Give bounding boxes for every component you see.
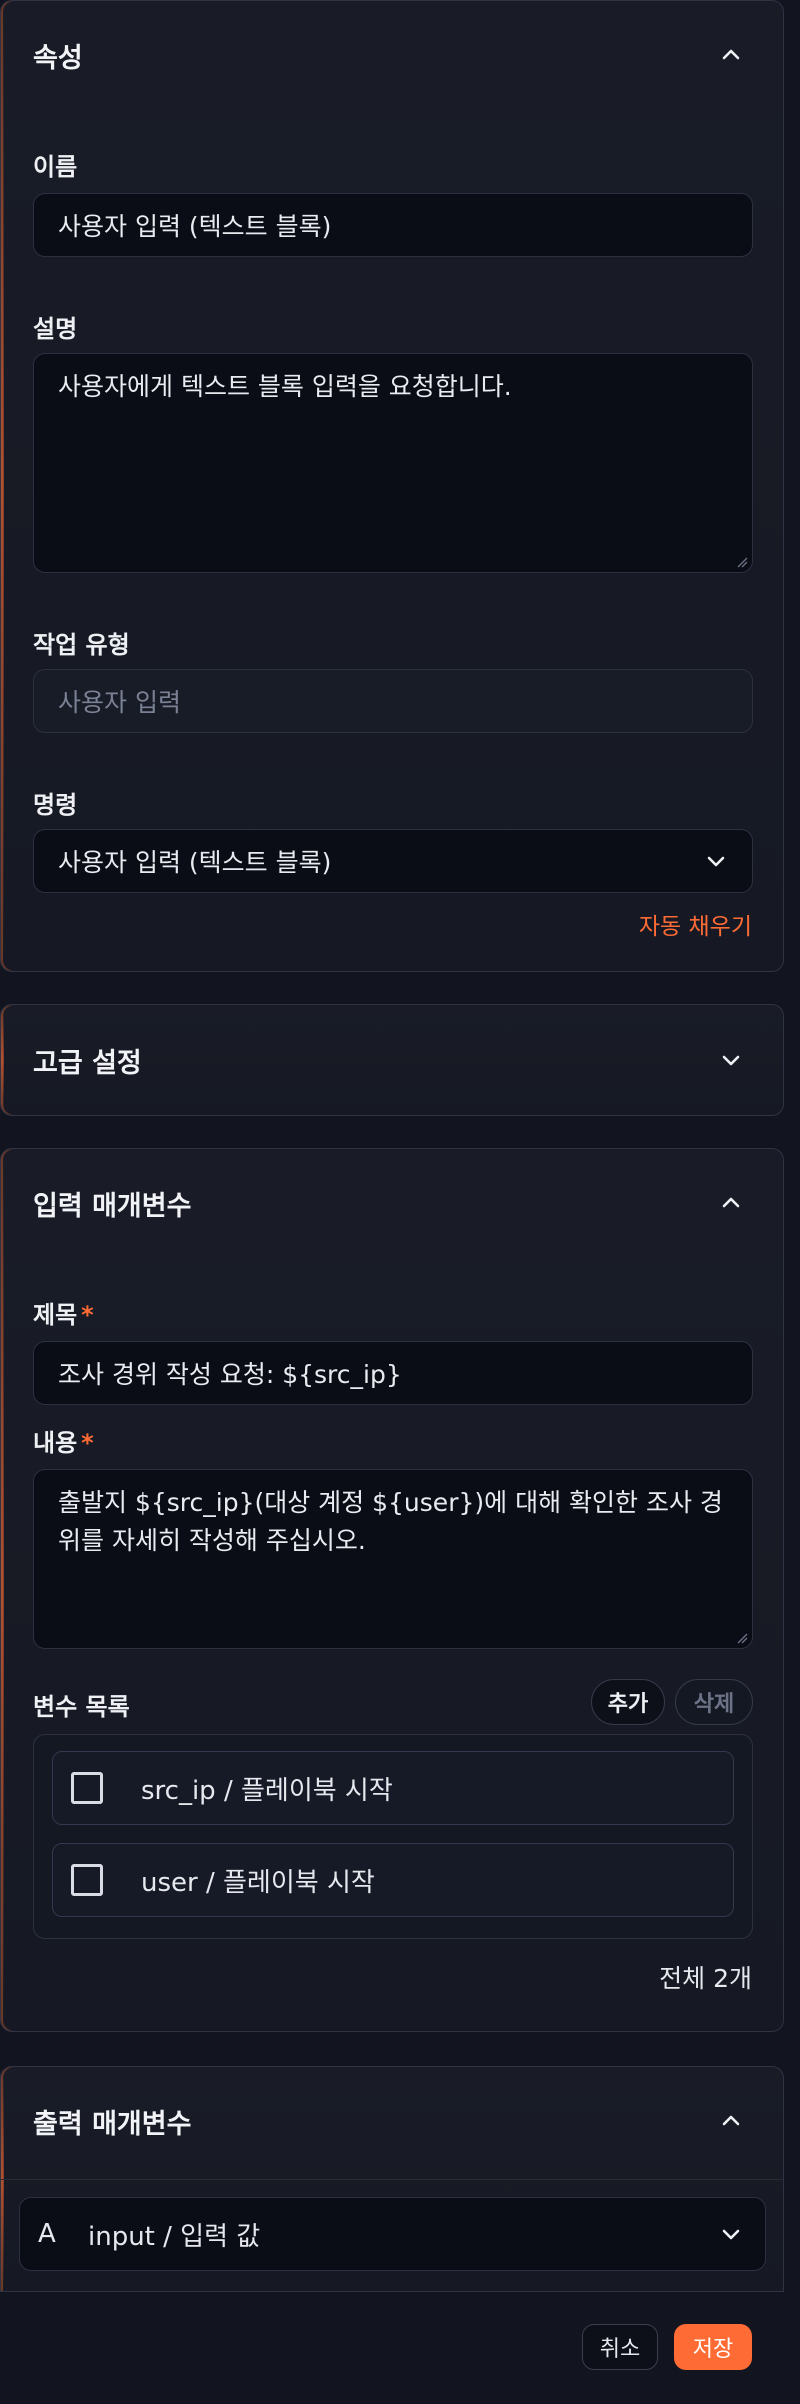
cancel-button[interactable]: 취소	[582, 2324, 658, 2370]
task-type-field: 사용자 입력	[33, 669, 753, 733]
variable-item-src-ip[interactable]: src_ip / 플레이북 시작	[52, 1751, 734, 1825]
task-type-label: 작업 유형	[33, 631, 130, 659]
advanced-title: 고급 설정	[33, 1047, 142, 1079]
subject-label: 제목 *	[33, 1295, 94, 1330]
advanced-panel[interactable]: 고급 설정	[0, 1004, 784, 1116]
input-params-title: 입력 매개변수	[33, 1190, 192, 1222]
content-textarea[interactable]: 출발지 ${src_ip}(대상 계정 ${user})에 대해 확인한 조사 …	[33, 1469, 753, 1649]
variable-label: src_ip / 플레이북 시작	[141, 1775, 393, 1806]
description-value: 사용자에게 텍스트 블록 입력을 요청합니다.	[58, 372, 512, 401]
command-select[interactable]: 사용자 입력 (텍스트 블록)	[33, 829, 753, 893]
panel-accent-edge	[1, 1, 4, 971]
autofill-link[interactable]: 자동 채우기	[639, 907, 752, 941]
output-param-select[interactable]: A input / 입력 값	[19, 2197, 766, 2271]
variable-total: 전체 2개	[659, 1964, 752, 1993]
variable-item-user[interactable]: user / 플레이북 시작	[52, 1843, 734, 1917]
properties-header: 속성	[33, 35, 751, 75]
command-label: 명령	[33, 791, 78, 819]
required-mark: *	[81, 1301, 94, 1329]
chevron-down-icon	[722, 2229, 740, 2240]
resize-handle-icon[interactable]	[736, 556, 748, 568]
content-label-text: 내용	[33, 1429, 78, 1457]
content-value: 출발지 ${src_ip}(대상 계정 ${user})에 대해 확인한 조사 …	[58, 1488, 723, 1555]
chevron-down-icon	[707, 856, 725, 867]
task-type-placeholder: 사용자 입력	[58, 688, 181, 717]
delete-variable-button[interactable]: 삭제	[675, 1679, 753, 1725]
checkbox[interactable]	[71, 1864, 103, 1896]
subject-field[interactable]: 조사 경위 작성 요청: ${src_ip}	[33, 1341, 753, 1405]
description-label: 설명	[33, 315, 78, 343]
input-params-header: 입력 매개변수	[33, 1183, 751, 1223]
input-params-panel: 입력 매개변수 제목 * 조사 경위 작성 요청: ${src_ip} 내용 * 출…	[0, 1148, 784, 2032]
divider	[1, 2179, 783, 2180]
chevron-up-icon[interactable]	[711, 35, 751, 75]
subject-value: 조사 경위 작성 요청: ${src_ip}	[58, 1360, 402, 1389]
checkbox[interactable]	[71, 1772, 103, 1804]
add-variable-button[interactable]: 추가	[591, 1679, 665, 1725]
output-param-value: input / 입력 값	[88, 2221, 261, 2252]
footer-bar: 취소 저장	[0, 2292, 800, 2404]
panel-accent-edge	[1, 1005, 4, 1115]
name-field[interactable]: 사용자 입력 (텍스트 블록)	[33, 193, 753, 257]
subject-label-text: 제목	[33, 1301, 78, 1329]
command-value: 사용자 입력 (텍스트 블록)	[58, 848, 332, 877]
chevron-up-icon[interactable]	[711, 1183, 751, 1223]
chevron-up-icon[interactable]	[711, 2101, 751, 2141]
resize-handle-icon[interactable]	[736, 1632, 748, 1644]
properties-title: 속성	[33, 42, 83, 74]
description-textarea[interactable]: 사용자에게 텍스트 블록 입력을 요청합니다.	[33, 353, 753, 573]
advanced-header[interactable]: 고급 설정	[33, 1040, 751, 1080]
required-mark: *	[81, 1429, 94, 1457]
variable-list: src_ip / 플레이북 시작 user / 플레이북 시작	[33, 1734, 753, 1939]
output-params-title: 출력 매개변수	[33, 2108, 192, 2140]
variable-label: user / 플레이북 시작	[141, 1867, 375, 1898]
properties-panel: 속성 이름 사용자 입력 (텍스트 블록) 설명 사용자에게 텍스트 블록 입력…	[0, 0, 784, 972]
save-button[interactable]: 저장	[674, 2324, 752, 2370]
name-value: 사용자 입력 (텍스트 블록)	[58, 212, 332, 241]
content-label: 내용 *	[33, 1423, 94, 1458]
chevron-down-icon[interactable]	[711, 1040, 751, 1080]
name-label: 이름	[33, 153, 78, 181]
output-params-header: 출력 매개변수	[33, 2101, 751, 2141]
text-type-icon: A	[38, 2219, 56, 2249]
panel-accent-edge	[1, 1149, 4, 2031]
variables-label: 변수 목록	[33, 1693, 130, 1721]
output-params-panel: 출력 매개변수 A input / 입력 값	[0, 2066, 784, 2292]
